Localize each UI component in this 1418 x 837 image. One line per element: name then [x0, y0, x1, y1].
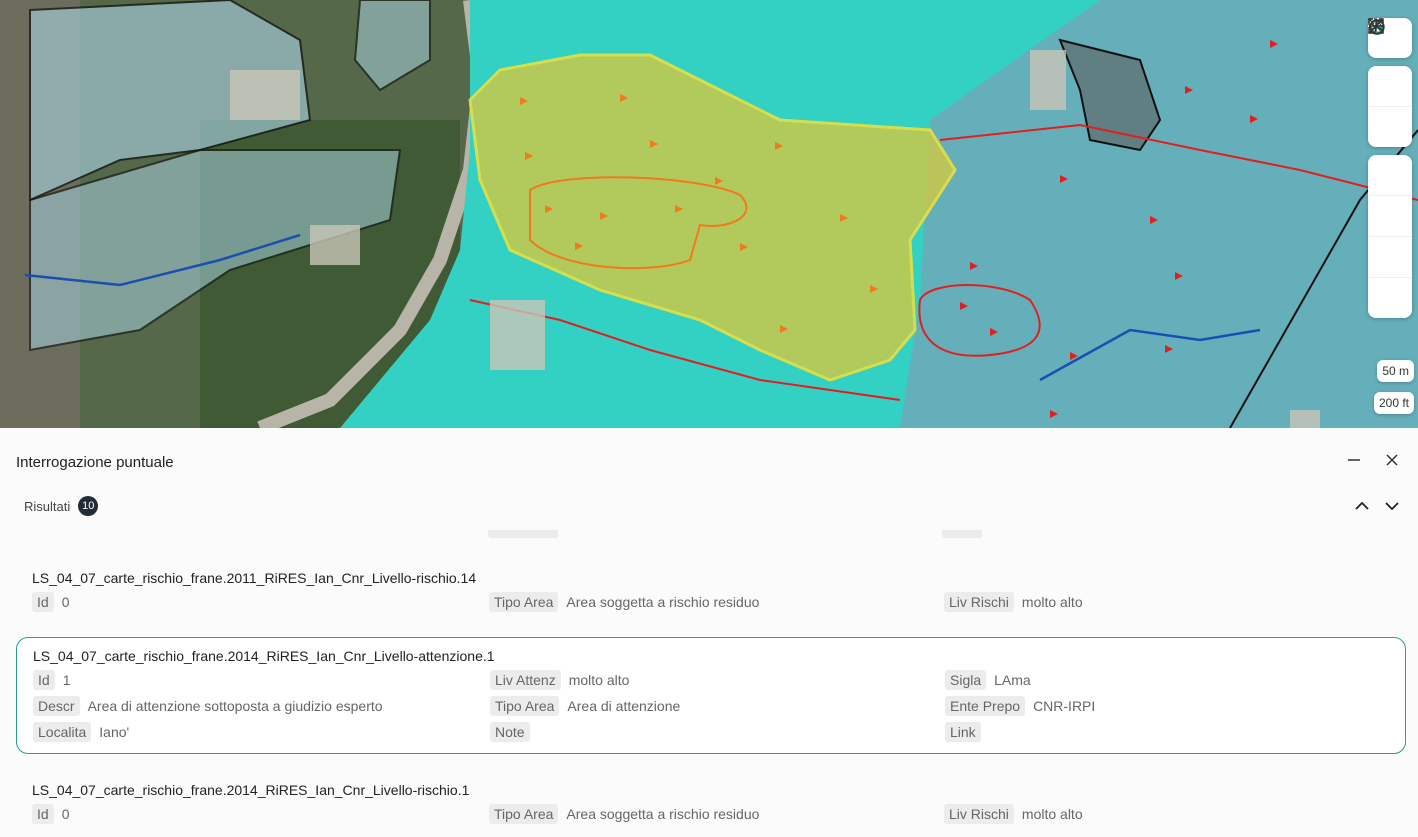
result-record[interactable]: LS_04_07_carte_rischio_frane.2011_RiRES_… — [16, 560, 1406, 622]
map-view[interactable]: 50 m 200 ft — [0, 0, 1418, 428]
record-title: LS_04_07_carte_rischio_frane.2014_RiRES_… — [32, 782, 470, 798]
field-value: molto alto — [1021, 806, 1083, 822]
building — [1030, 50, 1066, 110]
panel-actions — [1344, 450, 1402, 470]
field-key: Liv Rischi — [944, 592, 1014, 612]
result-record-selected[interactable]: LS_04_07_carte_rischio_frane.2014_RiRES_… — [16, 637, 1406, 754]
point-query-panel: Interrogazione puntuale Risultati 10 LS_… — [0, 428, 1418, 837]
results-label: Risultati — [24, 498, 71, 514]
record-title: LS_04_07_carte_rischio_frane.2011_RiRES_… — [32, 570, 477, 586]
scrolled-field-remnant — [942, 530, 982, 538]
field-value: Area di attenzione — [567, 698, 681, 714]
building — [230, 70, 300, 120]
field-key: Tipo Area — [490, 696, 560, 716]
previous-result-button[interactable] — [1352, 496, 1372, 516]
field-key: Note — [490, 722, 530, 742]
result-navigation — [1352, 496, 1402, 516]
field-key: Liv Rischi — [944, 804, 1014, 824]
zoom-group — [1368, 19, 1412, 147]
record-fields: Id 1 Liv Attenz molto alto Sigla LAma Descr… — [33, 670, 1389, 742]
field-value: Iano' — [99, 724, 130, 740]
field-key: Id — [32, 592, 54, 612]
field-value: 1 — [62, 672, 71, 688]
results-summary: Risultati 10 — [24, 496, 99, 516]
record-field: Localita Iano' — [33, 722, 490, 742]
field-key: Descr — [33, 696, 80, 716]
scale-imperial: 200 ft — [1373, 392, 1414, 414]
results-count-badge: 10 — [78, 496, 99, 516]
record-field: Ente Prepo CNR-IRPI — [945, 696, 1389, 716]
zoom-out-button[interactable] — [1368, 25, 1412, 107]
minimize-button[interactable] — [1344, 450, 1364, 470]
record-field: Tipo Area Area di attenzione — [490, 696, 945, 716]
field-value: Area soggetta a rischio residuo — [566, 806, 760, 822]
record-fields: Id 0 Tipo Area Area soggetta a rischio res… — [32, 592, 1390, 612]
field-key: Id — [32, 804, 54, 824]
close-icon — [1386, 454, 1398, 466]
field-key: Tipo Area — [489, 804, 559, 824]
select-area-button[interactable] — [1368, 18, 1412, 318]
record-field: Link — [945, 722, 1389, 742]
record-field: Liv Rischi molto alto — [944, 804, 1390, 824]
globe-button[interactable] — [1368, 19, 1412, 237]
record-field: Descr Area di attenzione sottoposta a giu… — [33, 696, 490, 716]
tools-group — [1368, 18, 1412, 318]
field-value: 0 — [61, 594, 70, 610]
record-field: Id 1 — [33, 670, 490, 690]
scale-metric: 50 m — [1377, 360, 1414, 382]
field-value: molto alto — [568, 672, 630, 688]
field-key: Localita — [33, 722, 92, 742]
field-key: Tipo Area — [489, 592, 559, 612]
record-field: Liv Rischi molto alto — [944, 592, 1390, 612]
field-value: 0 — [61, 806, 70, 822]
field-key: Sigla — [945, 670, 987, 690]
panel-title: Interrogazione puntuale — [16, 454, 174, 471]
record-field: Tipo Area Area soggetta a rischio residuo — [489, 592, 944, 612]
chevron-down-icon — [1385, 502, 1399, 511]
map-controls — [1368, 18, 1412, 326]
openai-button[interactable] — [1368, 19, 1412, 278]
field-key: Liv Attenz — [490, 670, 561, 690]
field-value: Area di attenzione sottoposta a giudizio… — [87, 698, 383, 714]
chevron-up-icon — [1355, 501, 1369, 510]
result-record[interactable]: LS_04_07_carte_rischio_frane.2014_RiRES_… — [16, 772, 1406, 834]
field-value: molto alto — [1021, 594, 1083, 610]
building — [1290, 410, 1320, 428]
field-value: LAma — [994, 672, 1031, 688]
record-field: Sigla LAma — [945, 670, 1389, 690]
record-field: Note — [490, 722, 945, 742]
g-layer-button[interactable] — [1368, 19, 1412, 196]
record-field: Id 0 — [32, 804, 489, 824]
record-field: Tipo Area Area soggetta a rischio residuo — [489, 804, 944, 824]
field-key: Ente Prepo — [945, 696, 1026, 716]
field-key: Link — [945, 722, 981, 742]
record-field: Liv Attenz molto alto — [490, 670, 945, 690]
field-value: Area soggetta a rischio residuo — [566, 594, 760, 610]
results-list[interactable]: LS_04_07_carte_rischio_frane.2011_RiRES_… — [0, 530, 1418, 837]
scrolled-field-remnant — [488, 530, 558, 538]
record-field: Id 0 — [32, 592, 489, 612]
close-button[interactable] — [1382, 450, 1402, 470]
zoom-in-button[interactable] — [1368, 19, 1412, 147]
building — [490, 300, 545, 370]
building — [310, 225, 360, 265]
next-result-button[interactable] — [1382, 496, 1402, 516]
minimize-icon — [1348, 459, 1360, 461]
field-key: Id — [33, 670, 55, 690]
record-title: LS_04_07_carte_rischio_frane.2014_RiRES_… — [33, 648, 495, 664]
field-value: CNR-IRPI — [1033, 698, 1096, 714]
record-fields: Id 0 Tipo Area Area soggetta a rischio res… — [32, 804, 1390, 824]
map-canvas[interactable] — [0, 0, 1418, 428]
